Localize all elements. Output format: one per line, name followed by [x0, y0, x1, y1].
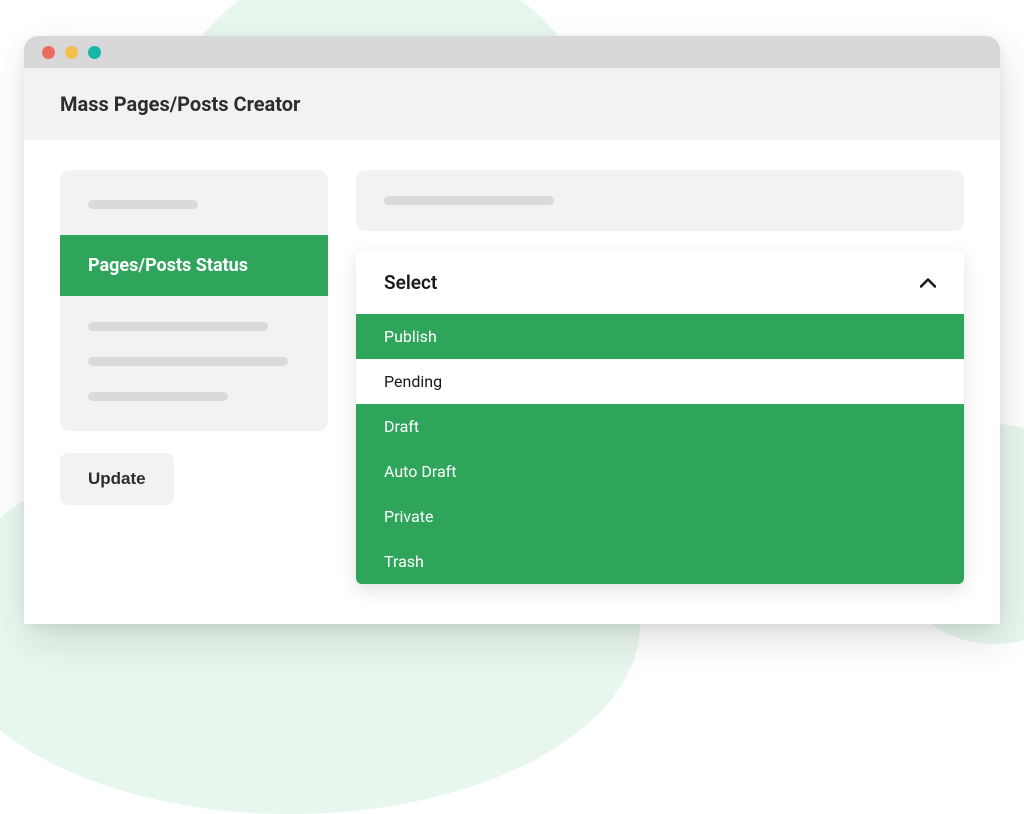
minimize-icon[interactable] — [65, 46, 78, 59]
chevron-up-icon — [920, 275, 936, 291]
option-label: Pending — [384, 372, 442, 391]
placeholder-bar — [384, 196, 554, 205]
placeholder-bar — [88, 200, 198, 209]
close-icon[interactable] — [42, 46, 55, 59]
app-window: Mass Pages/Posts Creator Pages/Posts Sta… — [24, 36, 1000, 624]
select-label: Select — [384, 271, 437, 294]
main-panel: Select Publish Pending Draft — [356, 170, 964, 584]
select-options: Publish Pending Draft Auto Draft Private — [356, 314, 964, 584]
option-auto-draft[interactable]: Auto Draft — [356, 449, 964, 494]
option-label: Auto Draft — [384, 462, 456, 481]
sidebar-item-placeholder[interactable] — [60, 341, 328, 376]
window-title-bar — [24, 36, 1000, 68]
sidebar-item-label: Pages/Posts Status — [88, 255, 248, 276]
sidebar-item-placeholder[interactable] — [60, 312, 328, 341]
option-trash[interactable]: Trash — [356, 539, 964, 584]
page-title: Mass Pages/Posts Creator — [60, 92, 964, 116]
sidebar-item-status[interactable]: Pages/Posts Status — [60, 235, 328, 296]
update-button[interactable]: Update — [60, 453, 174, 505]
sidebar-item-placeholder[interactable] — [60, 376, 328, 411]
option-pending[interactable]: Pending — [356, 359, 964, 404]
placeholder-bar — [88, 392, 228, 401]
main-header-card — [356, 170, 964, 231]
sidebar: Pages/Posts Status Update — [60, 170, 328, 505]
content-area: Pages/Posts Status Update — [24, 140, 1000, 624]
update-button-label: Update — [88, 469, 146, 488]
option-label: Publish — [384, 327, 437, 346]
status-select: Select Publish Pending Draft — [356, 251, 964, 584]
select-toggle[interactable]: Select — [356, 251, 964, 314]
option-label: Draft — [384, 417, 419, 436]
placeholder-bar — [88, 357, 288, 366]
option-draft[interactable]: Draft — [356, 404, 964, 449]
maximize-icon[interactable] — [88, 46, 101, 59]
option-publish[interactable]: Publish — [356, 314, 964, 359]
sidebar-card: Pages/Posts Status — [60, 170, 328, 431]
page-header: Mass Pages/Posts Creator — [24, 68, 1000, 140]
placeholder-bar — [88, 322, 268, 331]
option-label: Private — [384, 507, 433, 526]
sidebar-item-placeholder[interactable] — [60, 190, 328, 219]
option-label: Trash — [384, 552, 424, 571]
option-private[interactable]: Private — [356, 494, 964, 539]
